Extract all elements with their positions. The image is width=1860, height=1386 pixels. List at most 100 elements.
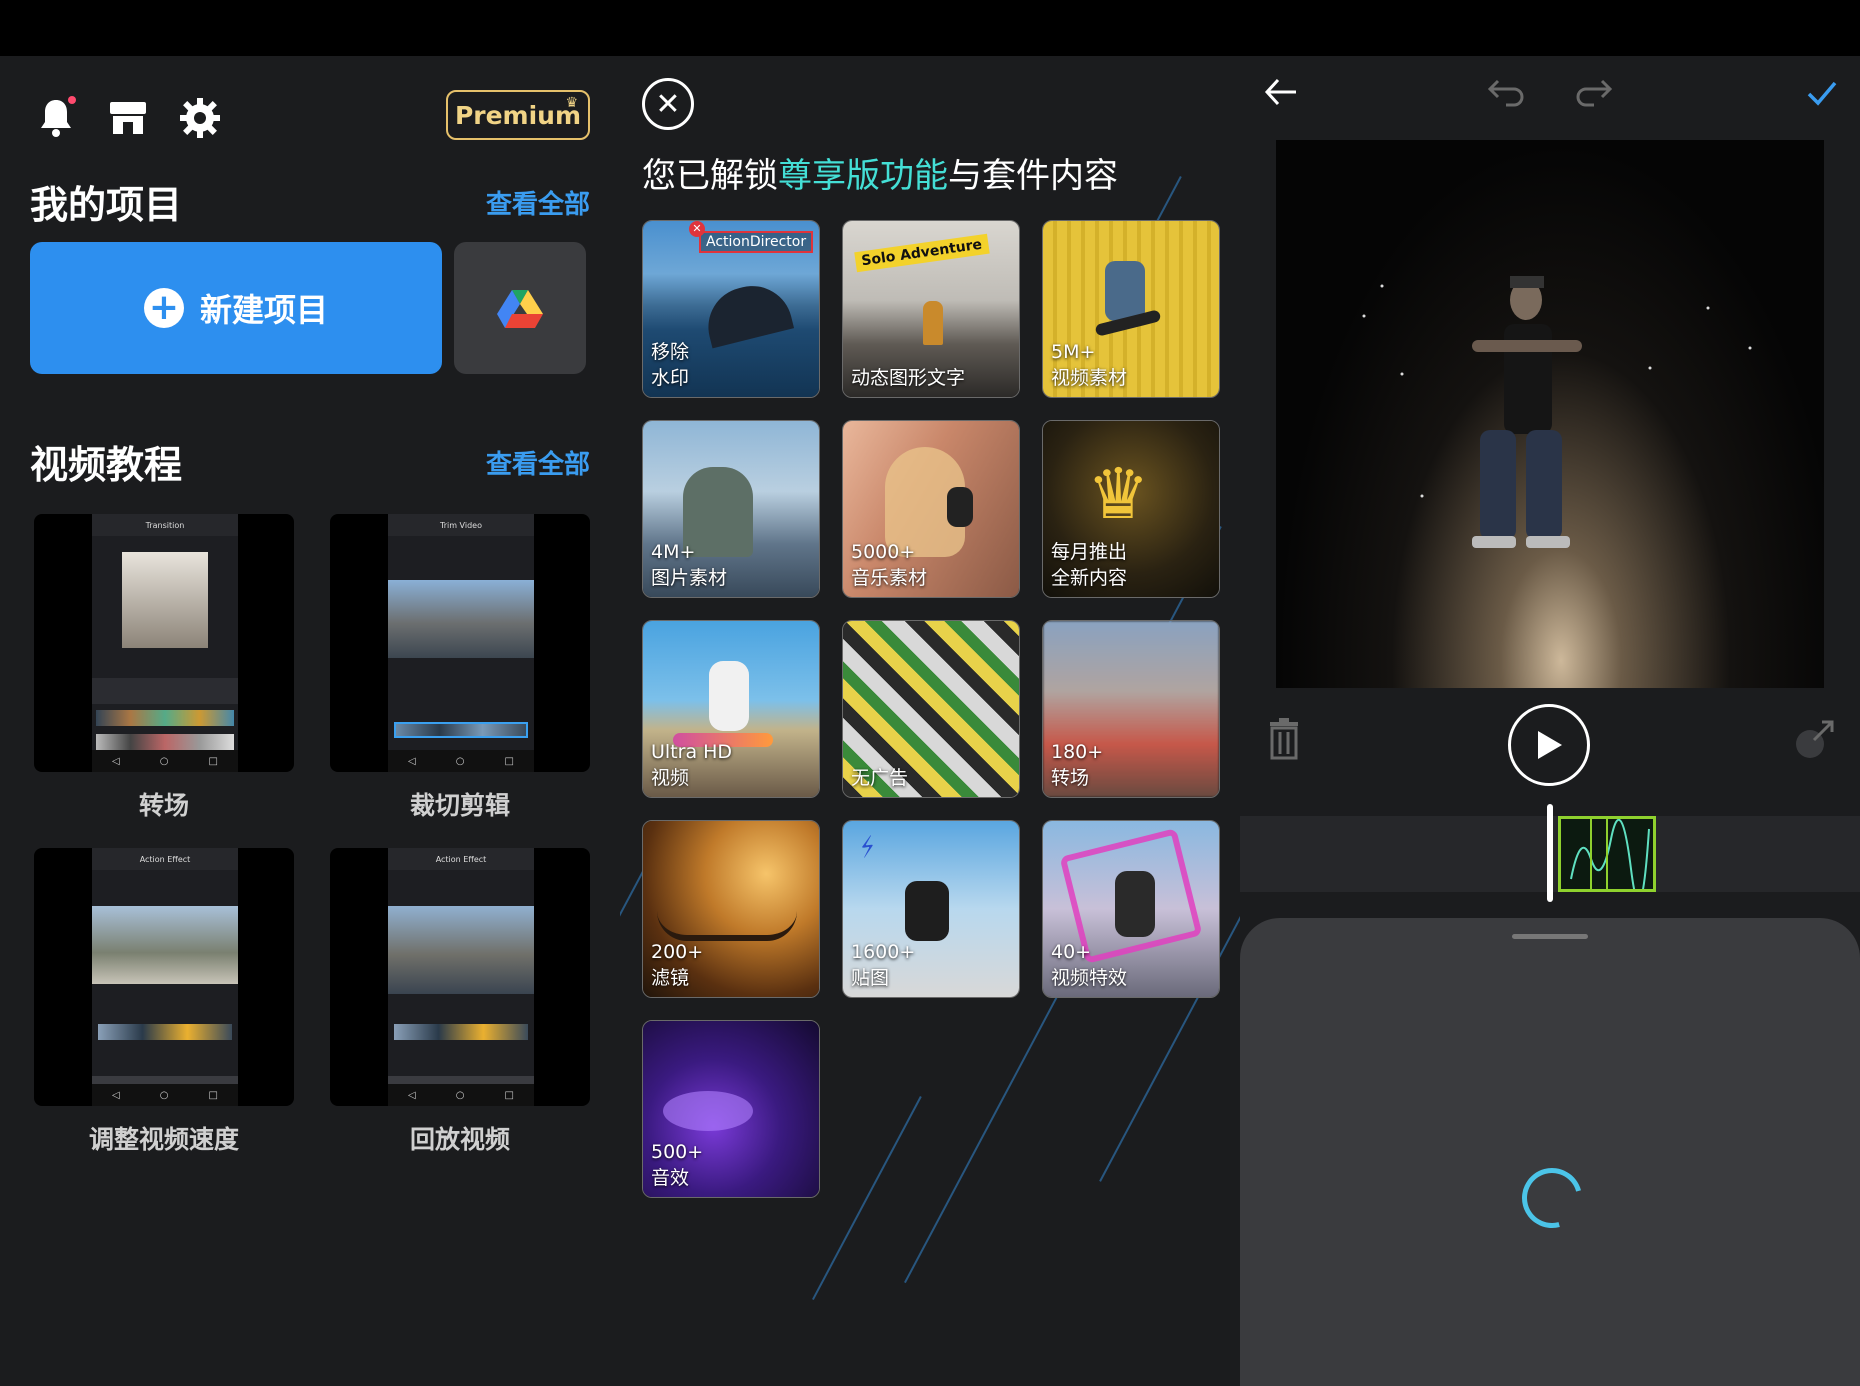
play-button[interactable]	[1508, 704, 1590, 786]
feature-tile-motion-graphics: Solo Adventure 动态图形文字	[842, 220, 1020, 398]
tile-caption: 动态图形文字	[851, 367, 966, 389]
skater-silhouette	[1105, 261, 1145, 321]
unlock-suffix: 与套件内容	[948, 156, 1118, 196]
store-icon[interactable]	[102, 92, 154, 144]
hammock-shape	[657, 911, 797, 941]
bottom-sheet	[1240, 918, 1860, 1386]
tutorial-thumbnail: Trim Video ◁ ○ □	[330, 514, 590, 772]
dancer-silhouette	[1115, 871, 1155, 937]
trash-icon[interactable]	[1262, 716, 1306, 760]
see-all-tutorials-link[interactable]: 查看全部	[486, 444, 590, 481]
tutorial-screen-title: Trim Video	[388, 514, 534, 536]
tutorial-screen: Transition ◁ ○ □	[92, 514, 238, 772]
tile-caption: 无广告	[851, 767, 909, 789]
sheet-grab-handle[interactable]	[1512, 934, 1588, 939]
undo-icon[interactable]	[1486, 76, 1526, 116]
tutorial-reverse-strip	[394, 1024, 528, 1040]
feature-tile-remove-watermark: ActionDirector ✕ 移除 水印	[642, 220, 820, 398]
remove-x-icon: ✕	[689, 221, 705, 237]
play-icon	[1538, 731, 1562, 759]
tile-caption: 40+ 视频特效	[1051, 941, 1128, 989]
premium-label: Premium	[454, 100, 582, 130]
tutorial-window-image	[122, 552, 208, 648]
tutorial-screen-title: Action Effect	[92, 848, 238, 870]
settings-gear-icon[interactable]	[174, 92, 226, 144]
premium-button[interactable]: Premium ♛	[446, 90, 590, 140]
tutorial-transition-tabs	[92, 678, 238, 704]
feature-tile-video-assets: 5M+ 视频素材	[1042, 220, 1220, 398]
tutorial-label: 转场	[138, 791, 189, 820]
tutorial-effect-strip	[96, 710, 234, 726]
tutorial-nav-bar: ◁ ○ □	[92, 1084, 238, 1106]
unlock-headline: 您已解锁尊享版功能与套件内容	[642, 148, 1118, 197]
tutorial-screen-title: Transition	[92, 514, 238, 536]
video-preview[interactable]	[1276, 140, 1824, 688]
tutorial-card-speed[interactable]: Action Effect ◁ ○ □ 调整视频速度	[34, 848, 294, 1156]
tutorial-card-transition[interactable]: Transition ◁ ○ □ 转场	[34, 514, 294, 822]
tile-caption: 4M+ 图片素材	[651, 541, 728, 589]
tutorial-card-reverse[interactable]: Action Effect ◁ ○ □ 回放视频	[330, 848, 590, 1156]
feature-tile-music-assets: 5000+ 音乐素材	[842, 420, 1020, 598]
notification-dot	[68, 96, 76, 104]
timeline-playhead[interactable]	[1547, 804, 1553, 902]
timeline-track[interactable]	[1240, 804, 1860, 902]
tutorial-thumbnail: Action Effect ◁ ○ □	[330, 848, 590, 1106]
tile-caption: 5000+ 音乐素材	[851, 541, 928, 589]
tutorial-screen: Trim Video ◁ ○ □	[388, 514, 534, 772]
tile-caption: 180+ 转场	[1051, 741, 1104, 789]
clip-thumbnail	[1570, 818, 1650, 902]
tile-caption: 每月推出 全新内容	[1051, 541, 1128, 589]
feature-tile-sound-effects: 500+ 音效	[642, 1020, 820, 1198]
new-project-button[interactable]: + 新建项目	[30, 242, 442, 374]
crown-icon: ♛	[1087, 453, 1150, 535]
new-project-label: 新建项目	[199, 291, 328, 329]
redo-icon[interactable]	[1574, 76, 1614, 116]
crown-icon: ♛	[565, 95, 578, 111]
tutorial-video-frame	[388, 580, 534, 658]
tutorial-nav-bar: ◁ ○ □	[92, 750, 238, 772]
back-arrow-icon[interactable]	[1264, 76, 1298, 116]
tile-caption: 移除 水印	[651, 341, 690, 389]
tutorial-trim-strip	[394, 722, 528, 738]
tutorial-label: 调整视频速度	[88, 1125, 239, 1154]
notification-bell-icon[interactable]	[30, 92, 82, 144]
feature-tile-filters: 200+ 滤镜	[642, 820, 820, 998]
feature-tile-transitions: 180+ 转场	[1042, 620, 1220, 798]
tile-caption: Ultra HD 视频	[651, 741, 733, 789]
google-drive-button[interactable]	[454, 242, 586, 374]
jumper-silhouette	[905, 881, 949, 941]
person-silhouette	[923, 301, 943, 345]
tile-caption: 1600+ 贴图	[851, 941, 916, 989]
unlock-highlight: 尊享版功能	[778, 156, 948, 196]
google-drive-icon	[497, 290, 543, 328]
status-bar	[0, 0, 1860, 56]
headphones-shape	[947, 487, 973, 527]
turntable-shape	[663, 1091, 753, 1131]
close-button[interactable]: ✕	[642, 78, 694, 130]
tutorial-thumbnail: Transition ◁ ○ □	[34, 514, 294, 772]
tutorial-label: 回放视频	[409, 1125, 510, 1154]
tutorial-video-frame	[388, 906, 534, 994]
decorative-streak	[812, 1096, 922, 1301]
tutorial-nav-bar: ◁ ○ □	[388, 750, 534, 772]
home-panel: Premium ♛ 我的项目 查看全部 + 新建项目 视频教程 查看全部 Tra…	[0, 56, 620, 1386]
skater-silhouette	[709, 661, 749, 731]
tutorial-video-frame	[92, 906, 238, 984]
confirm-check-icon[interactable]	[1806, 76, 1838, 116]
feature-tile-photo-assets: 4M+ 图片素材	[642, 420, 820, 598]
tutorial-thumbnail: Action Effect ◁ ○ □	[34, 848, 294, 1106]
tutorial-label: 裁切剪辑	[409, 791, 510, 820]
tutorial-screen: Action Effect ◁ ○ □	[92, 848, 238, 1106]
watermark-badge: ActionDirector	[699, 231, 814, 253]
tutorial-screen: Action Effect ◁ ○ □	[388, 848, 534, 1106]
tutorial-card-trim[interactable]: Trim Video ◁ ○ □ 裁切剪辑	[330, 514, 590, 822]
my-projects-title: 我的项目	[30, 183, 183, 227]
plus-icon: +	[143, 288, 184, 328]
feature-tile-no-ads: 无广告	[842, 620, 1020, 798]
tile-caption: 500+ 音效	[651, 1141, 704, 1189]
expand-icon[interactable]	[1794, 716, 1838, 760]
timeline-clip[interactable]	[1558, 816, 1656, 902]
tutorial-nav-bar: ◁ ○ □	[388, 1084, 534, 1106]
unlock-prefix: 您已解锁	[642, 156, 778, 196]
see-all-projects-link[interactable]: 查看全部	[486, 184, 590, 221]
